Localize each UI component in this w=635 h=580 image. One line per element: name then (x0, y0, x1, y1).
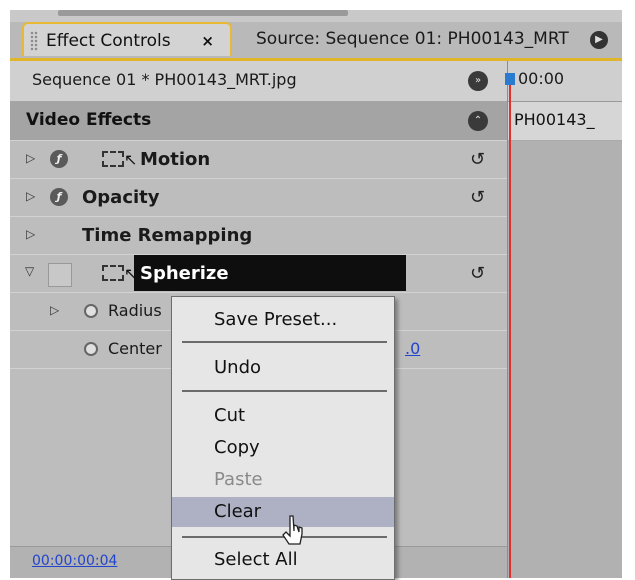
panel-grip[interactable] (58, 10, 348, 16)
menu-item-undo[interactable]: Undo (172, 353, 394, 383)
close-icon[interactable]: × (201, 24, 214, 58)
playhead[interactable] (505, 73, 515, 578)
menu-item-cut[interactable]: Cut (172, 401, 394, 431)
effect-row-opacity[interactable]: ▷ ƒ Opacity ↺ (10, 178, 507, 216)
mini-timeline: 00:00 PH00143_ (505, 61, 622, 578)
reset-icon[interactable]: ↺ (470, 149, 485, 170)
center-value[interactable]: .0 (405, 339, 420, 358)
triangle-icon[interactable]: ▷ (24, 267, 38, 276)
effect-row-time-remapping[interactable]: ▷ Time Remapping (10, 216, 507, 254)
tab-source[interactable]: Source: Sequence 01: PH00143_MRT ▶ (238, 22, 610, 56)
clip-name: Sequence 01 * PH00143_MRT.jpg (32, 70, 297, 89)
fx-toggle-icon[interactable]: ƒ (50, 150, 68, 168)
video-effects-title: Video Effects (26, 110, 152, 130)
collapse-icon[interactable]: ⌃ (468, 111, 488, 131)
ruler-time: 00:00 (518, 69, 565, 88)
triangle-icon[interactable]: ▷ (50, 303, 59, 317)
triangle-icon[interactable]: ▷ (26, 151, 35, 165)
time-ruler[interactable]: 00:00 (508, 61, 622, 102)
menu-separator (182, 341, 387, 343)
effect-row-motion[interactable]: ▷ ƒ ↖ Motion ↺ (10, 140, 507, 178)
tab-effect-controls-label: Effect Controls (46, 31, 171, 51)
property-label-radius: Radius (108, 301, 162, 320)
triangle-icon[interactable]: ▷ (26, 189, 35, 203)
fx-toggle-icon[interactable] (48, 263, 72, 287)
effect-label-motion: Motion (140, 149, 211, 170)
stopwatch-icon[interactable] (84, 304, 98, 318)
playhead-icon[interactable] (505, 73, 515, 85)
timeline-clip-name: PH00143_ (514, 110, 595, 129)
menu-separator (182, 390, 387, 392)
expand-icon[interactable]: » (468, 71, 488, 91)
menu-item-save-preset[interactable]: Save Preset... (172, 305, 394, 335)
video-effects-header: Video Effects ⌃ (10, 102, 507, 140)
menu-item-paste: Paste (214, 469, 263, 490)
fx-toggle-icon[interactable]: ƒ (50, 188, 68, 206)
menu-item-copy[interactable]: Copy (172, 433, 394, 463)
cursor-icon: ↖ (124, 150, 138, 169)
effect-row-spherize[interactable]: ▷ ↖ Spherize ↺ (10, 254, 507, 292)
tab-source-label: Source: Sequence 01: PH00143_MRT (256, 29, 569, 49)
effect-label-opacity: Opacity (82, 187, 160, 208)
panel-menu-icon[interactable]: ▶ (590, 31, 608, 49)
grip-icon[interactable] (30, 31, 38, 51)
stopwatch-icon[interactable] (84, 342, 98, 356)
triangle-icon[interactable]: ▷ (26, 227, 35, 241)
spherize-effect-icon (102, 265, 124, 281)
motion-effect-icon (102, 151, 124, 167)
reset-icon[interactable]: ↺ (470, 263, 485, 284)
reset-icon[interactable]: ↺ (470, 187, 485, 208)
tab-bar: Effect Controls × Source: Sequence 01: P… (10, 22, 622, 61)
timeline-clip[interactable]: PH00143_ (508, 102, 622, 141)
property-label-center: Center (108, 339, 162, 358)
clip-header: Sequence 01 * PH00143_MRT.jpg » (10, 61, 507, 102)
effect-label-time-remapping: Time Remapping (82, 225, 253, 246)
effect-label-spherize: Spherize (140, 263, 229, 284)
mouse-pointer-icon (282, 515, 303, 545)
current-timecode[interactable]: 00:00:00:04 (32, 553, 117, 569)
tab-effect-controls[interactable]: Effect Controls × (22, 22, 232, 56)
